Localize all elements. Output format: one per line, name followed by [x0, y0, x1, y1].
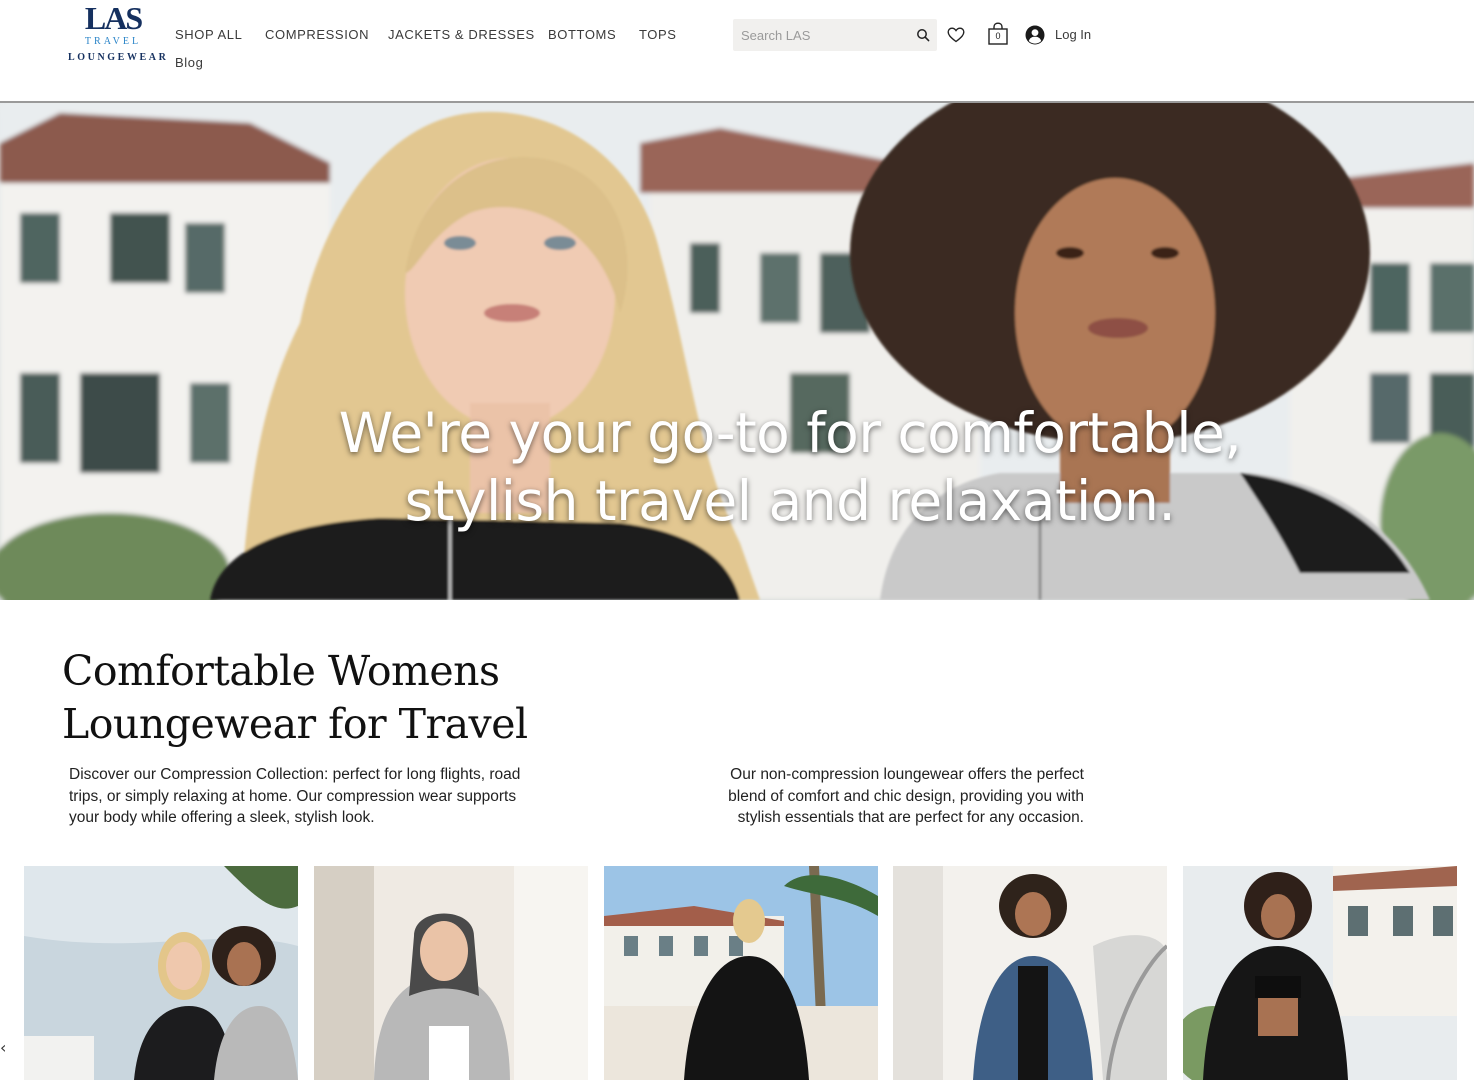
cart-button[interactable]: 0 [987, 22, 1009, 46]
login-label: Log In [1055, 27, 1092, 42]
compression-description: Discover our Compression Collection: per… [69, 766, 521, 826]
site-header: LAS TRAVEL LOUNGEWEAR SHOP ALL COMPRESSI… [0, 0, 1474, 101]
gallery-item[interactable] [314, 866, 588, 1080]
section-headline-line2: Loungewear for Travel [62, 700, 528, 748]
product-image [24, 866, 298, 1080]
gallery-item[interactable] [604, 866, 878, 1080]
logo[interactable]: LAS TRAVEL LOUNGEWEAR [68, 0, 169, 68]
hero-headline: We're your go-to for comfortable, stylis… [240, 399, 1340, 535]
product-image [604, 866, 878, 1080]
nav-blog[interactable]: Blog [175, 55, 203, 71]
chevron-left-icon[interactable]: ‹ [0, 1038, 12, 1058]
heart-icon[interactable] [947, 27, 965, 43]
user-avatar-icon [1025, 25, 1045, 45]
gallery-item[interactable] [24, 866, 298, 1080]
search-box[interactable] [733, 19, 937, 51]
hero-headline-line1: We're your go-to for comfortable, [338, 401, 1242, 465]
nav-jackets-dresses[interactable]: JACKETS & DRESSES [388, 27, 535, 43]
hero-headline-line2: stylish travel and relaxation. [404, 469, 1176, 533]
cart-count: 0 [995, 31, 1001, 41]
nav-tops[interactable]: TOPS [639, 27, 677, 43]
product-image [893, 866, 1167, 1080]
nav-bottoms[interactable]: BOTTOMS [548, 27, 616, 43]
logo-tagline-loungewear: LOUNGEWEAR [68, 52, 169, 63]
gallery-item[interactable] [1183, 866, 1457, 1080]
product-image [314, 866, 588, 1080]
search-icon[interactable] [916, 28, 930, 42]
gallery-item[interactable] [893, 866, 1167, 1080]
search-input[interactable] [741, 27, 901, 43]
hero-banner: We're your go-to for comfortable, stylis… [0, 103, 1474, 600]
section-headline: Comfortable Womens Loungewear for Travel [62, 645, 582, 751]
section-headline-line1: Comfortable Womens [62, 647, 500, 695]
logo-tagline-travel: TRAVEL [84, 36, 142, 47]
product-image [1183, 866, 1457, 1080]
nav-shop-all[interactable]: SHOP ALL [175, 27, 242, 43]
non-compression-description: Our non-compression loungewear offers th… [728, 766, 1084, 826]
nav-compression[interactable]: COMPRESSION [265, 27, 369, 43]
logo-mark: LAS [84, 0, 143, 36]
